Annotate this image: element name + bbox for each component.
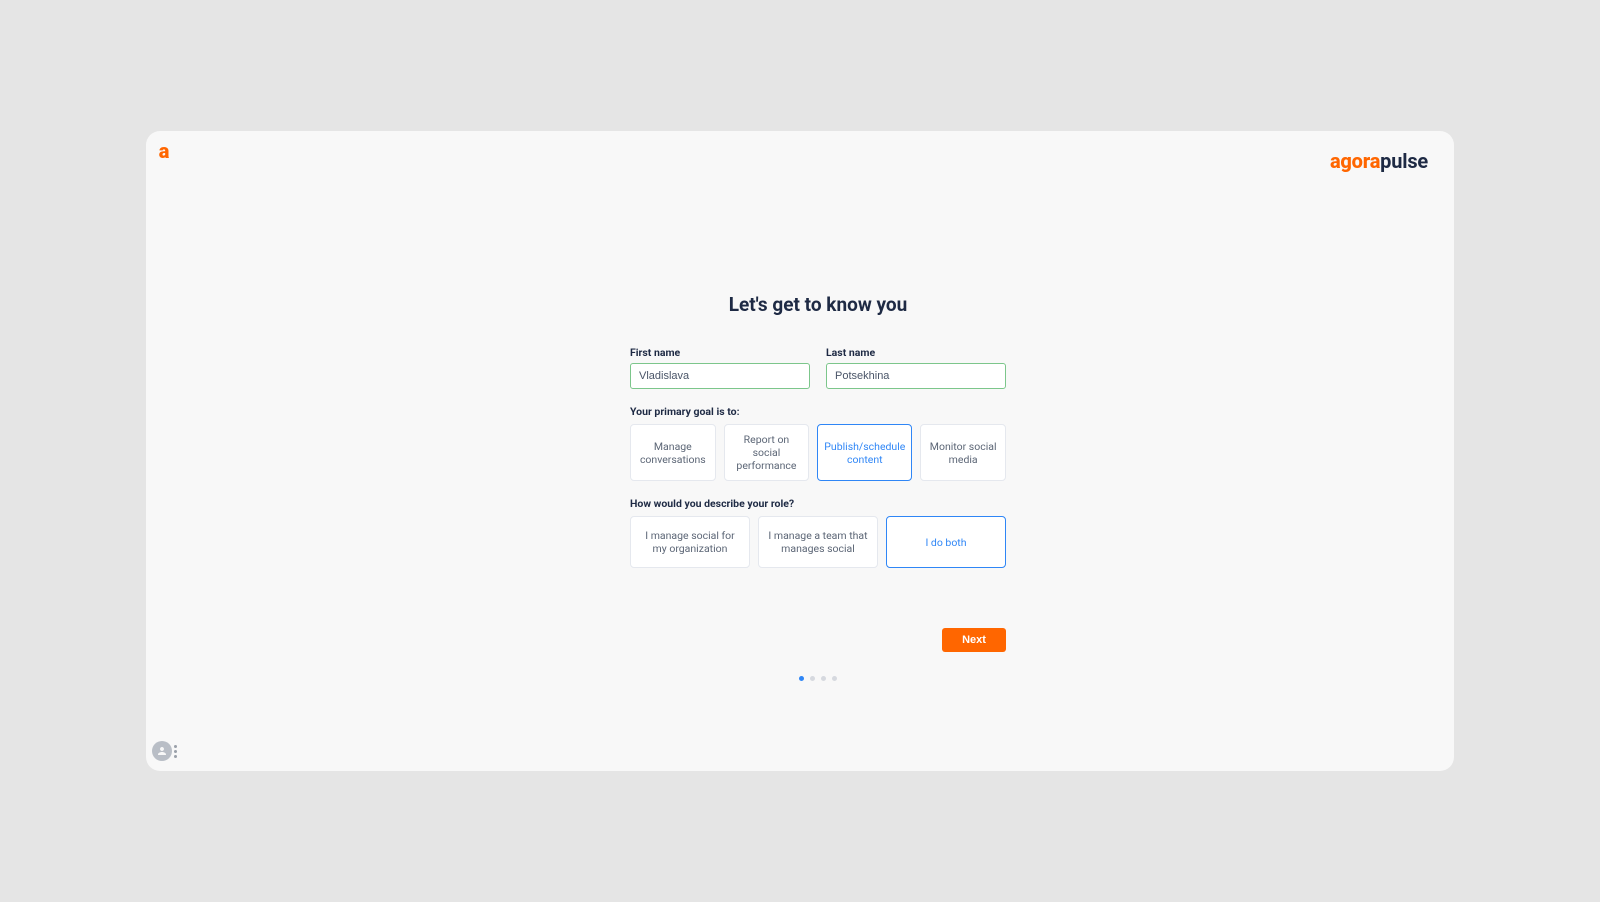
rail-bottom-cluster: [152, 741, 177, 761]
role-option-manage-org[interactable]: I manage social for my organization: [630, 516, 750, 568]
left-rail: a: [146, 131, 182, 771]
role-section-label: How would you describe your role?: [630, 497, 1006, 510]
kebab-menu-icon[interactable]: [174, 745, 177, 758]
step-indicator: [799, 676, 837, 681]
next-button[interactable]: Next: [942, 628, 1006, 652]
next-button-row: Next: [630, 628, 1006, 652]
goal-option-monitor[interactable]: Monitor social media: [920, 424, 1006, 481]
step-dot-1: [799, 676, 804, 681]
first-name-label: First name: [630, 346, 810, 359]
avatar-icon[interactable]: [152, 741, 172, 761]
role-option-both[interactable]: I do both: [886, 516, 1006, 568]
step-dot-3: [821, 676, 826, 681]
role-option-manage-team[interactable]: I manage a team that manages social: [758, 516, 878, 568]
step-dot-4: [832, 676, 837, 681]
goal-option-manage-conversations[interactable]: Manage conversations: [630, 424, 716, 481]
app-window: a agorapulse Let's get to know you First…: [146, 131, 1454, 771]
step-dot-2: [810, 676, 815, 681]
role-options: I manage social for my organization I ma…: [630, 516, 1006, 568]
onboarding-form: First name Last name Your primary goal i…: [630, 346, 1006, 568]
last-name-label: Last name: [826, 346, 1006, 359]
page-title: Let's get to know you: [729, 293, 908, 316]
goal-options: Manage conversations Report on social pe…: [630, 424, 1006, 481]
last-name-input[interactable]: [826, 363, 1006, 389]
onboarding-content: Let's get to know you First name Last na…: [182, 131, 1454, 771]
goal-section-label: Your primary goal is to:: [630, 405, 1006, 418]
last-name-field-group: Last name: [826, 346, 1006, 389]
first-name-field-group: First name: [630, 346, 810, 389]
first-name-input[interactable]: [630, 363, 810, 389]
goal-option-publish-schedule[interactable]: Publish/schedule content: [817, 424, 912, 481]
name-row: First name Last name: [630, 346, 1006, 389]
brand-mark-icon: a: [156, 143, 172, 159]
goal-option-report-performance[interactable]: Report on social performance: [724, 424, 810, 481]
